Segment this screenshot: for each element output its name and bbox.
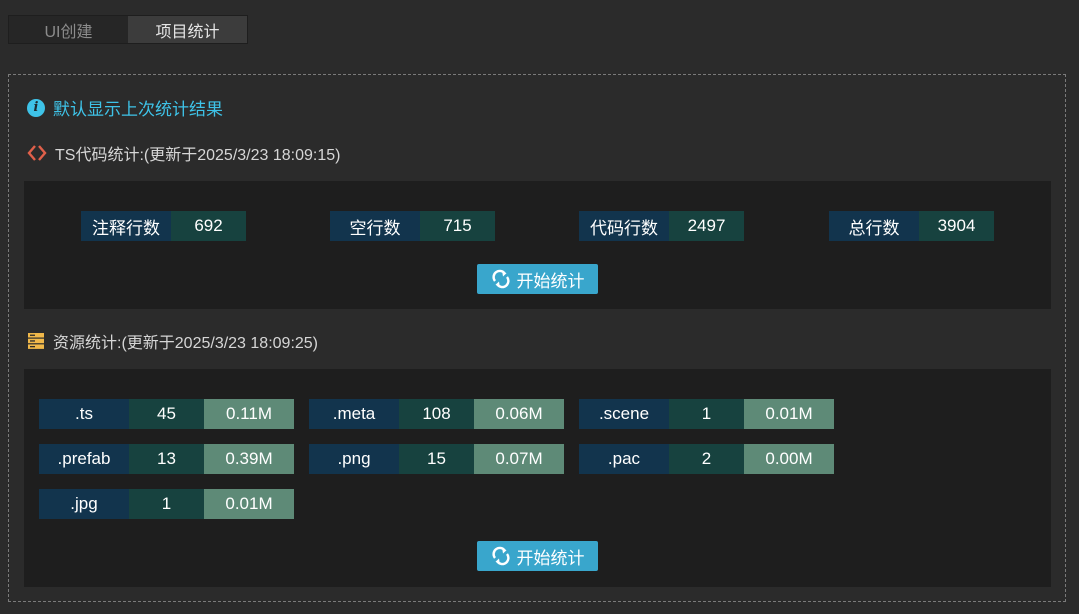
storage-icon (27, 332, 45, 350)
info-message: i 默认显示上次统计结果 (27, 95, 223, 120)
res-title-text: 资源统计:(更新于2025/3/23 18:09:25) (53, 335, 319, 352)
info-icon: i (27, 98, 45, 117)
res-size: 0.39M (204, 444, 294, 474)
stat-value: 3904 (919, 211, 994, 241)
ts-title-text: TS代码统计:(更新于2025/3/23 18:09:15) (55, 147, 341, 164)
res-row-pac: .pac 2 0.00M (579, 444, 834, 474)
button-label: 开始统计 (516, 548, 585, 568)
code-icon (27, 144, 47, 162)
stat-value: 2497 (669, 211, 744, 241)
stat-label: 代码行数 (579, 211, 669, 241)
refresh-icon (491, 269, 510, 289)
res-size: 0.07M (474, 444, 564, 474)
info-text: 默认显示上次统计结果 (53, 100, 223, 119)
res-size: 0.00M (744, 444, 834, 474)
res-count: 1 (669, 399, 744, 429)
tab-project-stats[interactable]: 项目统计 (128, 16, 247, 43)
stats-panel: i 默认显示上次统计结果 TS代码统计:(更新于2025/3/23 18:09:… (8, 74, 1066, 602)
ts-section-title: TS代码统计:(更新于2025/3/23 18:09:15) (27, 141, 340, 165)
res-row-meta: .meta 108 0.06M (309, 399, 564, 429)
res-row-png: .png 15 0.07M (309, 444, 564, 474)
tab-bar: UI创建 项目统计 (8, 15, 248, 44)
stat-value: 692 (171, 211, 246, 241)
start-res-stats-button[interactable]: 开始统计 (477, 541, 598, 571)
res-section-title: 资源统计:(更新于2025/3/23 18:09:25) (27, 329, 318, 353)
stat-comment-lines: 注释行数 692 (81, 211, 246, 241)
res-ext: .meta (309, 399, 399, 429)
ts-stats-box: 注释行数 692 空行数 715 代码行数 2497 总行数 3904 开始统计 (24, 181, 1051, 309)
res-row-scene: .scene 1 0.01M (579, 399, 834, 429)
stat-label: 总行数 (829, 211, 919, 241)
res-ext: .prefab (39, 444, 129, 474)
res-size: 0.06M (474, 399, 564, 429)
res-stats-box: .ts 45 0.11M .meta 108 0.06M .scene 1 0.… (24, 369, 1051, 587)
stat-label: 注释行数 (81, 211, 171, 241)
res-size: 0.01M (204, 489, 294, 519)
res-count: 13 (129, 444, 204, 474)
button-label: 开始统计 (516, 271, 585, 291)
res-size: 0.11M (204, 399, 294, 429)
res-count: 2 (669, 444, 744, 474)
res-row-ts: .ts 45 0.11M (39, 399, 294, 429)
refresh-icon (491, 546, 510, 566)
res-ext: .png (309, 444, 399, 474)
res-row-jpg: .jpg 1 0.01M (39, 489, 294, 519)
res-row-prefab: .prefab 13 0.39M (39, 444, 294, 474)
res-count: 108 (399, 399, 474, 429)
res-size: 0.01M (744, 399, 834, 429)
res-count: 45 (129, 399, 204, 429)
stat-total-lines: 总行数 3904 (829, 211, 994, 241)
stat-blank-lines: 空行数 715 (330, 211, 495, 241)
res-count: 15 (399, 444, 474, 474)
tab-ui-create[interactable]: UI创建 (9, 16, 128, 43)
res-ext: .ts (39, 399, 129, 429)
res-ext: .pac (579, 444, 669, 474)
res-ext: .scene (579, 399, 669, 429)
start-ts-stats-button[interactable]: 开始统计 (477, 264, 598, 294)
res-ext: .jpg (39, 489, 129, 519)
stat-label: 空行数 (330, 211, 420, 241)
stat-value: 715 (420, 211, 495, 241)
stat-code-lines: 代码行数 2497 (579, 211, 744, 241)
res-count: 1 (129, 489, 204, 519)
